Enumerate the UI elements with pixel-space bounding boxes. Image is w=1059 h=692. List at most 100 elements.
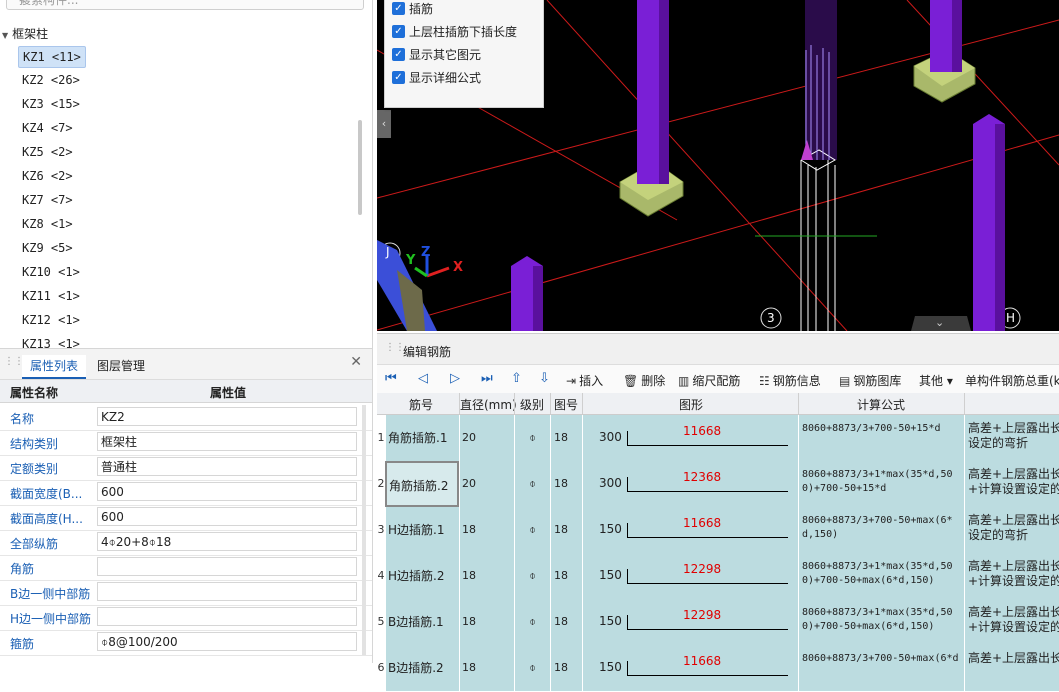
formula-cell[interactable]: 8060+8873/3+1*max(35*d,500)+700-50+15*d [798,461,964,507]
property-value-field[interactable]: 4⌽20+8⌽18 [97,532,357,551]
checkbox-checked-icon[interactable]: ✓ [392,71,405,84]
search-input[interactable]: 搜索构件... ⚲ [6,0,364,10]
property-value-field[interactable] [97,607,357,626]
drag-grip-icon[interactable]: ⋮⋮ [4,357,24,367]
level-cell[interactable]: ⌽ [514,415,550,461]
option-checkbox[interactable]: ✓ 显示其它图元 [392,45,481,65]
figure-no-cell[interactable]: 18 [550,599,582,645]
rebar-row[interactable]: 6 B边插筋.2 18 ⌽ 18 150 11668 8060+8873/3+700-50+m… [377,645,1059,692]
shape-cell[interactable]: 150 11668 [582,507,798,553]
col-bar-no[interactable]: 筋号 [409,396,433,413]
tree-item[interactable]: KZ2 <26> [18,70,84,90]
shape-cell[interactable]: 150 12298 [582,599,798,645]
diameter-cell[interactable]: 18 [459,507,514,553]
expand-triangle-icon[interactable]: ▼ [2,31,8,40]
drag-grip-icon[interactable]: ⋮⋮ [385,343,405,353]
checkbox-checked-icon[interactable]: ✓ [392,2,405,15]
insert-button[interactable]: ⇥ 插入 [566,372,603,389]
tree-root-framecolumn[interactable]: ▼ 框架柱 [2,25,48,42]
figure-no-cell[interactable]: 18 [550,461,582,507]
shape-cell[interactable]: 300 11668 [582,415,798,461]
move-down-icon[interactable]: ⇩ [539,371,550,386]
col-formula[interactable]: 计算公式 [857,396,905,413]
scale-rebar-button[interactable]: ▥ 缩尺配筋 [678,372,740,389]
col-figure-no[interactable]: 图号 [554,396,578,413]
property-value-field[interactable]: 普通柱 [97,457,357,476]
rebar-row[interactable]: 5 B边插筋.1 18 ⌽ 18 150 12298 8060+8873/3+1*max(35… [377,599,1059,646]
tab-layer-manage[interactable]: 图层管理 [89,355,153,377]
tree-item[interactable]: KZ1 <11> [18,46,86,68]
other-dropdown[interactable]: 其他 ▾ [919,372,953,389]
bar-name-cell[interactable]: B边插筋.1 [385,599,459,645]
close-icon[interactable]: ✕ [350,354,362,370]
note-cell[interactable]: 高差+上层露出长 +计算设置设定的 [964,599,1059,645]
col-shape[interactable]: 图形 [679,396,703,413]
next-record-icon[interactable]: ▷ [450,371,460,386]
note-cell[interactable]: 高差+上层露出长 [964,645,1059,691]
formula-cell[interactable]: 8060+8873/3+1*max(35*d,500)+700-50+max(6… [798,553,964,599]
rebar-library-button[interactable]: ▤ 钢筋图库 [839,372,901,389]
diameter-cell[interactable]: 18 [459,645,514,691]
figure-no-cell[interactable]: 18 [550,553,582,599]
tree-item[interactable]: KZ4 <7> [18,118,77,138]
level-cell[interactable]: ⌽ [514,461,550,507]
figure-no-cell[interactable]: 18 [550,645,582,691]
property-value-field[interactable] [97,557,357,576]
level-cell[interactable]: ⌽ [514,599,550,645]
bar-name-cell[interactable]: 角筋插筋.1 [385,415,459,461]
tree-item[interactable]: KZ5 <2> [18,142,77,162]
shape-cell[interactable]: 150 12298 [582,553,798,599]
rebar-row[interactable]: 2 角筋插筋.2 20 ⌽ 18 300 12368 8060+8873/3+1*max(35… [377,461,1059,508]
property-value-field[interactable]: 框架柱 [97,432,357,451]
formula-cell[interactable]: 8060+8873/3+1*max(35*d,500)+700-50+max(6… [798,599,964,645]
note-cell[interactable]: 高差+上层露出长 +计算设置设定的 [964,461,1059,507]
property-scrollbar[interactable] [362,405,366,655]
option-checkbox[interactable]: ✓ 显示详细公式 [392,68,481,88]
note-cell[interactable]: 高差+上层露出长 设定的弯折 [964,507,1059,553]
delete-button[interactable]: 🗑 删除 [623,372,665,389]
diameter-cell[interactable]: 20 [459,461,514,507]
first-record-icon[interactable]: ⏮ [385,371,397,386]
formula-cell[interactable]: 8060+8873/3+700-50+15*d [798,415,964,461]
checkbox-checked-icon[interactable]: ✓ [392,48,405,61]
rebar-row[interactable]: 4 H边插筋.2 18 ⌽ 18 150 12298 8060+8873/3+1*max(35… [377,553,1059,600]
bar-name-cell[interactable]: 角筋插筋.2 [385,461,459,507]
note-cell[interactable]: 高差+上层露出长 设定的弯折 [964,415,1059,461]
figure-no-cell[interactable]: 18 [550,415,582,461]
diameter-cell[interactable]: 18 [459,553,514,599]
tree-item[interactable]: KZ8 <1> [18,214,77,234]
formula-cell[interactable]: 8060+8873/3+700-50+max(6*d [798,645,964,691]
tree-item[interactable]: KZ6 <2> [18,166,77,186]
tree-scrollbar[interactable] [358,120,362,215]
rebar-info-button[interactable]: ☷ 钢筋信息 [759,372,821,389]
diameter-cell[interactable]: 20 [459,415,514,461]
tree-item[interactable]: KZ9 <5> [18,238,77,258]
level-cell[interactable]: ⌽ [514,645,550,691]
diameter-cell[interactable]: 18 [459,599,514,645]
collapse-left-icon[interactable]: ‹ [377,110,391,138]
property-value-field[interactable]: ⌽8@100/200 [97,632,357,651]
col-diameter[interactable]: 直径(mm) [460,396,517,413]
bar-name-cell[interactable]: H边插筋.2 [385,553,459,599]
property-value-field[interactable]: KZ2 [97,407,357,426]
tree-item[interactable]: KZ10 <1> [18,262,84,282]
checkbox-checked-icon[interactable]: ✓ [392,25,405,38]
tree-item[interactable]: KZ12 <1> [18,310,84,330]
option-checkbox[interactable]: ✓ 插筋 [392,0,433,19]
collapse-down-icon[interactable]: ⌄ [935,316,944,329]
shape-cell[interactable]: 150 11668 [582,645,798,691]
search-icon[interactable]: ⚲ [19,0,355,5]
move-up-icon[interactable]: ⇧ [511,371,522,386]
tree-item[interactable]: KZ13 <1> [18,334,84,348]
formula-cell[interactable]: 8060+8873/3+700-50+max(6*d,150) [798,507,964,553]
tab-property-list[interactable]: 属性列表 [22,355,87,379]
last-record-icon[interactable]: ⏭ [481,371,493,386]
tree-item[interactable]: KZ7 <7> [18,190,77,210]
bar-name-cell[interactable]: B边插筋.2 [385,645,459,691]
property-value-field[interactable] [97,582,357,601]
level-cell[interactable]: ⌽ [514,507,550,553]
rebar-row[interactable]: 3 H边插筋.1 18 ⌽ 18 150 11668 8060+8873/3+700-50+m… [377,507,1059,554]
note-cell[interactable]: 高差+上层露出长 +计算设置设定的 [964,553,1059,599]
property-value-field[interactable]: 600 [97,482,357,501]
option-checkbox[interactable]: ✓ 上层柱插筋下插长度 [392,22,517,42]
